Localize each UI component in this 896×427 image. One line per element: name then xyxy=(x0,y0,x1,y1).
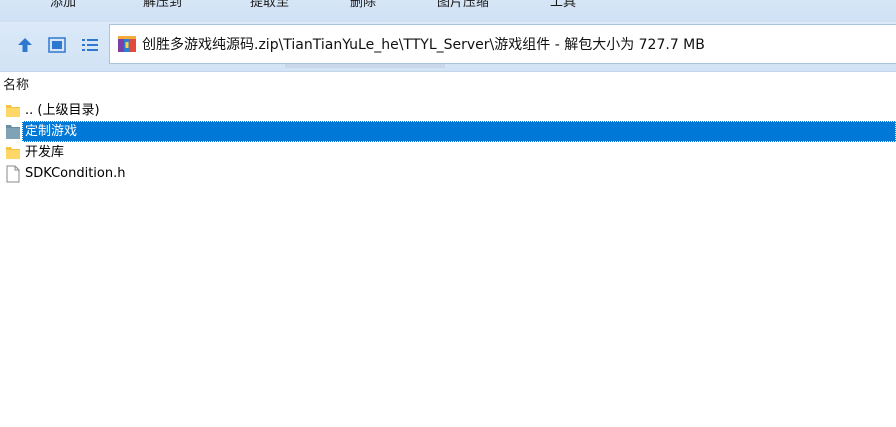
up-arrow-icon[interactable] xyxy=(14,34,36,56)
toolbar: 添加 解压到 提取至 删除 图片压缩 工具 xyxy=(0,0,896,22)
archive-icon xyxy=(116,33,138,55)
list-item-parent-dir[interactable]: .. (上级目录) xyxy=(0,100,896,121)
list-item-custom-games[interactable]: 定制游戏 xyxy=(0,121,896,142)
file-list: 名称 .. (上级目录) 定制游戏 开发库 SDKCondition.h xyxy=(0,72,896,427)
column-header-name[interactable]: 名称 xyxy=(0,76,896,96)
list-item-sdkcondition[interactable]: SDKCondition.h xyxy=(0,163,896,184)
delete-button[interactable]: 删除 xyxy=(350,0,376,10)
add-button[interactable]: 添加 xyxy=(50,0,76,10)
address-path: 创胜多游戏纯源码.zip\TianTianYuLe_he\TTYL_Server… xyxy=(142,37,705,53)
image-compress-button[interactable]: 图片压缩 xyxy=(437,0,489,10)
list-item-label: .. (上级目录) xyxy=(25,103,100,118)
address-scroll-thumb xyxy=(285,64,445,68)
list-item-label: 定制游戏 xyxy=(25,124,78,139)
address-field[interactable]: 创胜多游戏纯源码.zip\TianTianYuLe_he\TTYL_Server… xyxy=(109,24,896,68)
list-view-icon[interactable] xyxy=(79,34,101,56)
selection-highlight xyxy=(22,121,896,142)
extract-button[interactable]: 提取至 xyxy=(250,0,289,10)
folder-icon xyxy=(5,102,21,119)
list-item-label: SDKCondition.h xyxy=(25,166,126,181)
list-item-dev-library[interactable]: 开发库 xyxy=(0,142,896,163)
folder-icon xyxy=(5,123,21,140)
file-icon xyxy=(5,165,21,183)
thumbnail-view-icon[interactable] xyxy=(46,34,68,56)
list-item-label: 开发库 xyxy=(25,145,65,160)
folder-icon xyxy=(5,144,21,161)
tools-button[interactable]: 工具 xyxy=(550,0,576,10)
extract-to-button[interactable]: 解压到 xyxy=(143,0,182,10)
address-bar-row: 创胜多游戏纯源码.zip\TianTianYuLe_he\TTYL_Server… xyxy=(0,22,896,72)
